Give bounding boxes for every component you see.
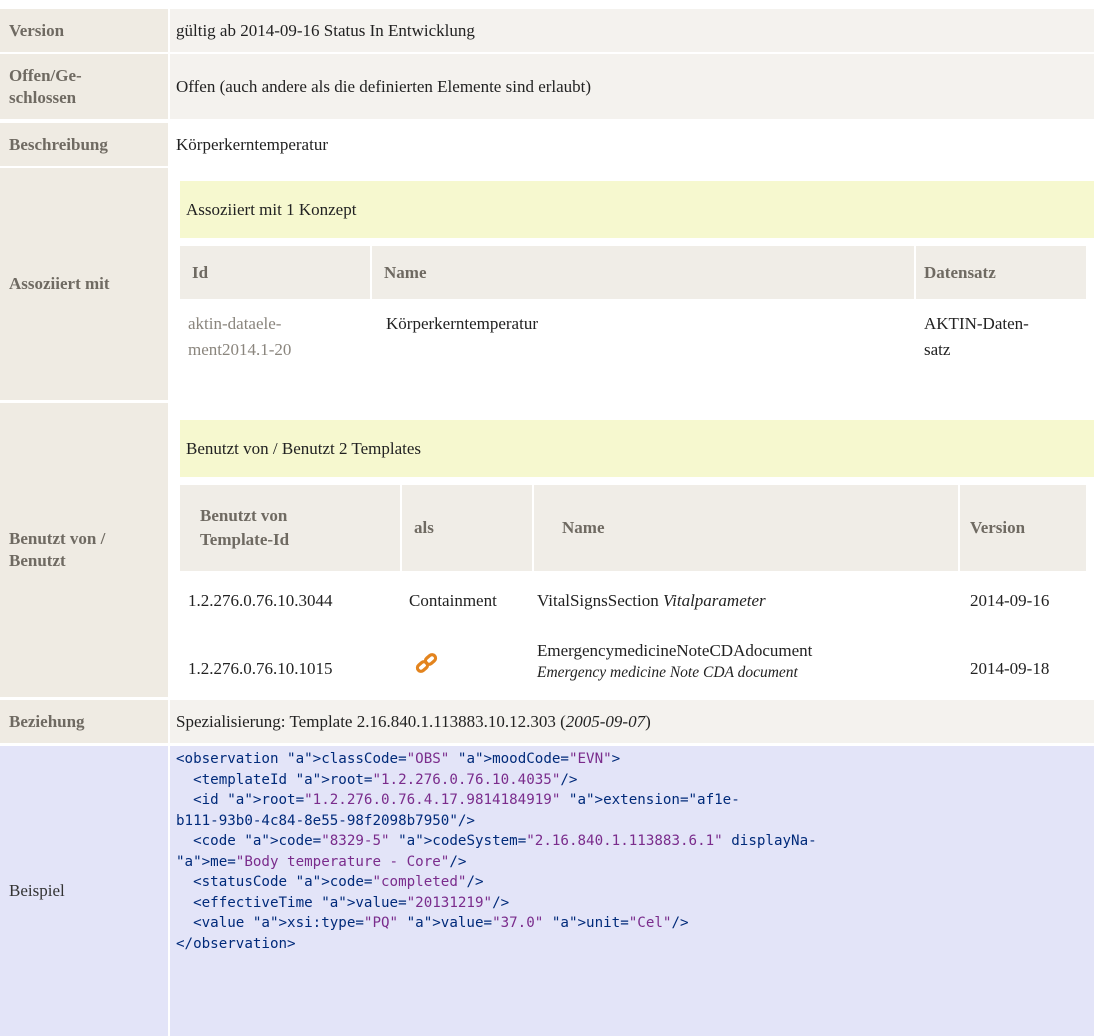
associated-banner: Assoziiert mit 1 Konzept	[180, 181, 1094, 238]
associated-row: Assoziiert mit Assoziiert mit 1 Konzept …	[0, 168, 1094, 400]
used-by-row2-name-main: EmergencymedicineNoteCDAdocument	[537, 641, 813, 660]
version-row: Version gültig ab 2014-09-16 Status In E…	[0, 9, 1094, 52]
used-by-header-as: als	[402, 485, 532, 571]
example-code-line: "a">me="Body temperature - Core"/>	[176, 853, 467, 870]
description-row: Beschreibung Körperkerntemperatur	[0, 123, 1094, 166]
associated-concept-dataset: AKTIN-Daten- satz	[924, 314, 1029, 359]
used-by-row1-name-italic: Vitalparameter	[663, 591, 766, 610]
example-code-line: <value "a">xsi:type="PQ" "a">value="37.0…	[176, 915, 689, 931]
open-closed-value: Offen (auch andere als die definierten E…	[170, 54, 1094, 119]
example-code-line: <id "a">root="1.2.276.0.76.4.17.98141849…	[176, 792, 740, 808]
example-code-line: <code "a">code="8329-5" "a">codeSystem="…	[176, 833, 817, 849]
associated-header-id: Id	[180, 246, 370, 299]
used-by-row1-template-id[interactable]: 1.2.276.0.76.10.3044	[188, 588, 333, 614]
used-by-row2-template-id[interactable]: 1.2.276.0.76.10.1015	[188, 656, 333, 682]
description-value: Körperkerntemperatur	[170, 123, 1094, 166]
example-code-line: <statusCode "a">code="completed"/>	[176, 874, 484, 890]
used-by-row1-as: Containment	[409, 591, 497, 610]
associated-concept-name: Körperkerntemperatur	[386, 314, 538, 333]
used-by-row1-version: 2014-09-16	[970, 591, 1050, 610]
used-by-row1-name[interactable]: VitalSignsSection Vitalparameter	[537, 588, 766, 614]
used-by-row2-name-italic: Emergency medicine Note CDA document	[537, 664, 798, 681]
example-code-line: </observation>	[176, 935, 296, 952]
associated-label: Assoziiert mit	[0, 168, 168, 400]
open-closed-row: Offen/Ge- schlossen Offen (auch andere a…	[0, 54, 1094, 119]
associated-header-dataset: Datensatz	[916, 246, 1086, 299]
relation-value: Spezialisierung: Template 2.16.840.1.113…	[170, 700, 1094, 743]
relation-date: 2005-09-07	[565, 711, 646, 731]
open-closed-label: Offen/Ge- schlossen	[0, 54, 168, 119]
version-value: gültig ab 2014-09-16 Status In Entwicklu…	[170, 9, 1094, 52]
used-by-header-version: Version	[960, 485, 1086, 571]
relation-row: Beziehung Spezialisierung: Template 2.16…	[0, 700, 1094, 743]
used-by-header-template-id: Benutzt von Template-Id	[180, 485, 400, 571]
example-code-line: <templateId "a">root="1.2.276.0.76.10.40…	[176, 771, 578, 788]
used-by-header-name: Name	[534, 485, 958, 571]
associated-concept-id[interactable]: aktin-dataele- ment2014.1-20	[188, 311, 291, 363]
description-label: Beschreibung	[0, 123, 168, 166]
associated-header-name: Name	[372, 246, 914, 299]
link-icon	[414, 651, 440, 677]
version-label: Version	[0, 9, 168, 52]
used-by-row: Benutzt von / Benutzt Benutzt von / Benu…	[0, 403, 1094, 697]
used-by-row2-name[interactable]: EmergencymedicineNoteCDAdocument Emergen…	[537, 640, 812, 684]
example-row: Beispiel <observation "a">classCode="OBS…	[0, 746, 1094, 1036]
used-by-banner: Benutzt von / Benutzt 2 Templates	[180, 420, 1094, 477]
used-by-row1-name-main: VitalSignsSection	[537, 591, 659, 610]
used-by-label: Benutzt von / Benutzt	[0, 403, 168, 697]
example-code-line: <effectiveTime "a">value="20131219"/>	[176, 894, 510, 911]
example-label: Beispiel	[0, 746, 168, 1036]
example-code-block: <observation "a">classCode="OBS" "a">moo…	[170, 746, 1094, 1036]
relation-label: Beziehung	[0, 700, 168, 743]
example-code-line: <observation "a">classCode="OBS" "a">moo…	[176, 751, 621, 767]
relation-prefix: Spezialisierung: Template 2.16.840.1.113…	[176, 711, 566, 731]
example-code-line: b111-93b0-4c84-8e55-98f2098b7950"/>	[176, 812, 475, 829]
used-by-row2-version: 2014-09-18	[970, 659, 1050, 678]
relation-suffix: )	[645, 711, 651, 731]
